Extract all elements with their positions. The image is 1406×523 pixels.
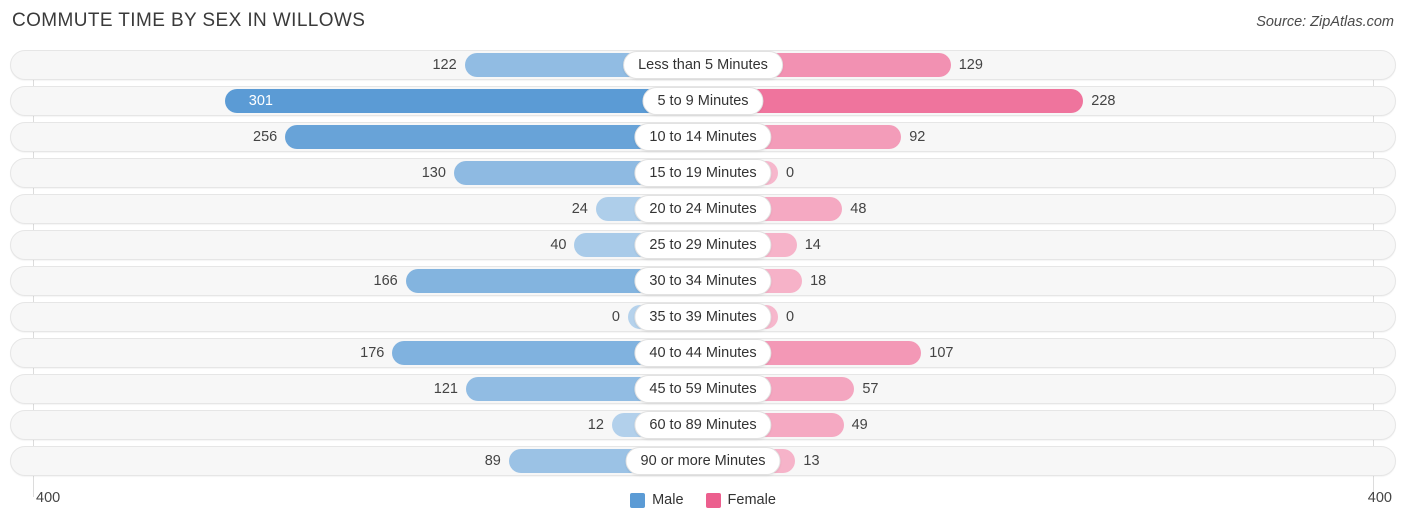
male-value-label: 89: [484, 453, 501, 469]
table-row[interactable]: 24 48 20 to 24 Minutes: [0, 194, 1406, 224]
female-value-label: 228: [1091, 93, 1116, 109]
table-row[interactable]: 0 0 35 to 39 Minutes: [0, 302, 1406, 332]
plot-area: 122 129 Less than 5 Minutes 301 228 5 to 9 Mi…: [0, 50, 1406, 497]
female-value-label: 48: [850, 201, 867, 217]
female-value-label: 92: [909, 129, 926, 145]
category-label[interactable]: 40 to 44 Minutes: [634, 339, 772, 367]
category-label[interactable]: 10 to 14 Minutes: [634, 123, 772, 151]
male-value-label: 166: [373, 273, 398, 289]
table-row[interactable]: 176 107 40 to 44 Minutes: [0, 338, 1406, 368]
legend: Male Female: [0, 492, 1406, 508]
female-value-label: 14: [804, 237, 821, 253]
table-row[interactable]: 12 49 60 to 89 Minutes: [0, 410, 1406, 440]
legend-label: Male: [652, 492, 684, 508]
legend-male[interactable]: Male: [630, 492, 684, 508]
female-value-label: 13: [803, 453, 820, 469]
male-value-label: 12: [587, 417, 604, 433]
category-label[interactable]: 15 to 19 Minutes: [634, 159, 772, 187]
table-row[interactable]: 122 129 Less than 5 Minutes: [0, 50, 1406, 80]
category-label[interactable]: 90 or more Minutes: [625, 447, 781, 475]
female-value-label: 0: [786, 165, 795, 181]
category-label[interactable]: 25 to 29 Minutes: [634, 231, 772, 259]
male-bar[interactable]: [224, 89, 703, 113]
male-value-label: 301: [248, 93, 273, 109]
female-value-label: 18: [810, 273, 827, 289]
category-label[interactable]: Less than 5 Minutes: [623, 51, 783, 79]
male-value-label: 0: [611, 309, 620, 325]
male-value-label: 176: [360, 345, 385, 361]
bar-rows: 122 129 Less than 5 Minutes 301 228 5 to 9 Mi…: [0, 50, 1406, 482]
category-label[interactable]: 60 to 89 Minutes: [634, 411, 772, 439]
table-row[interactable]: 166 18 30 to 34 Minutes: [0, 266, 1406, 296]
legend-swatch-icon: [630, 492, 646, 508]
category-label[interactable]: 30 to 34 Minutes: [634, 267, 772, 295]
table-row[interactable]: 40 14 25 to 29 Minutes: [0, 230, 1406, 260]
male-value-label: 256: [253, 129, 278, 145]
category-label[interactable]: 45 to 59 Minutes: [634, 375, 772, 403]
source-attribution: Source: ZipAtlas.com: [1256, 14, 1394, 30]
female-value-label: 57: [862, 381, 879, 397]
legend-swatch-icon: [705, 492, 721, 508]
male-value-label: 121: [433, 381, 458, 397]
female-value-label: 129: [958, 57, 983, 73]
page-title: COMMUTE TIME BY SEX IN WILLOWS: [12, 10, 366, 31]
table-row[interactable]: 256 92 10 to 14 Minutes: [0, 122, 1406, 152]
commute-time-chart: COMMUTE TIME BY SEX IN WILLOWS Source: Z…: [0, 0, 1406, 523]
male-value-label: 40: [550, 237, 567, 253]
table-row[interactable]: 301 228 5 to 9 Minutes: [0, 86, 1406, 116]
legend-label: Female: [727, 492, 776, 508]
table-row[interactable]: 130 0 15 to 19 Minutes: [0, 158, 1406, 188]
legend-female[interactable]: Female: [705, 492, 776, 508]
table-row[interactable]: 121 57 45 to 59 Minutes: [0, 374, 1406, 404]
chart-footer: 400 400 Male Female: [0, 488, 1406, 523]
female-value-label: 49: [851, 417, 868, 433]
category-label[interactable]: 35 to 39 Minutes: [634, 303, 772, 331]
male-value-label: 122: [432, 57, 457, 73]
male-value-label: 130: [421, 165, 446, 181]
male-value-label: 24: [571, 201, 588, 217]
category-label[interactable]: 20 to 24 Minutes: [634, 195, 772, 223]
table-row[interactable]: 89 13 90 or more Minutes: [0, 446, 1406, 476]
female-value-label: 107: [929, 345, 954, 361]
category-label[interactable]: 5 to 9 Minutes: [642, 87, 764, 115]
female-value-label: 0: [786, 309, 795, 325]
